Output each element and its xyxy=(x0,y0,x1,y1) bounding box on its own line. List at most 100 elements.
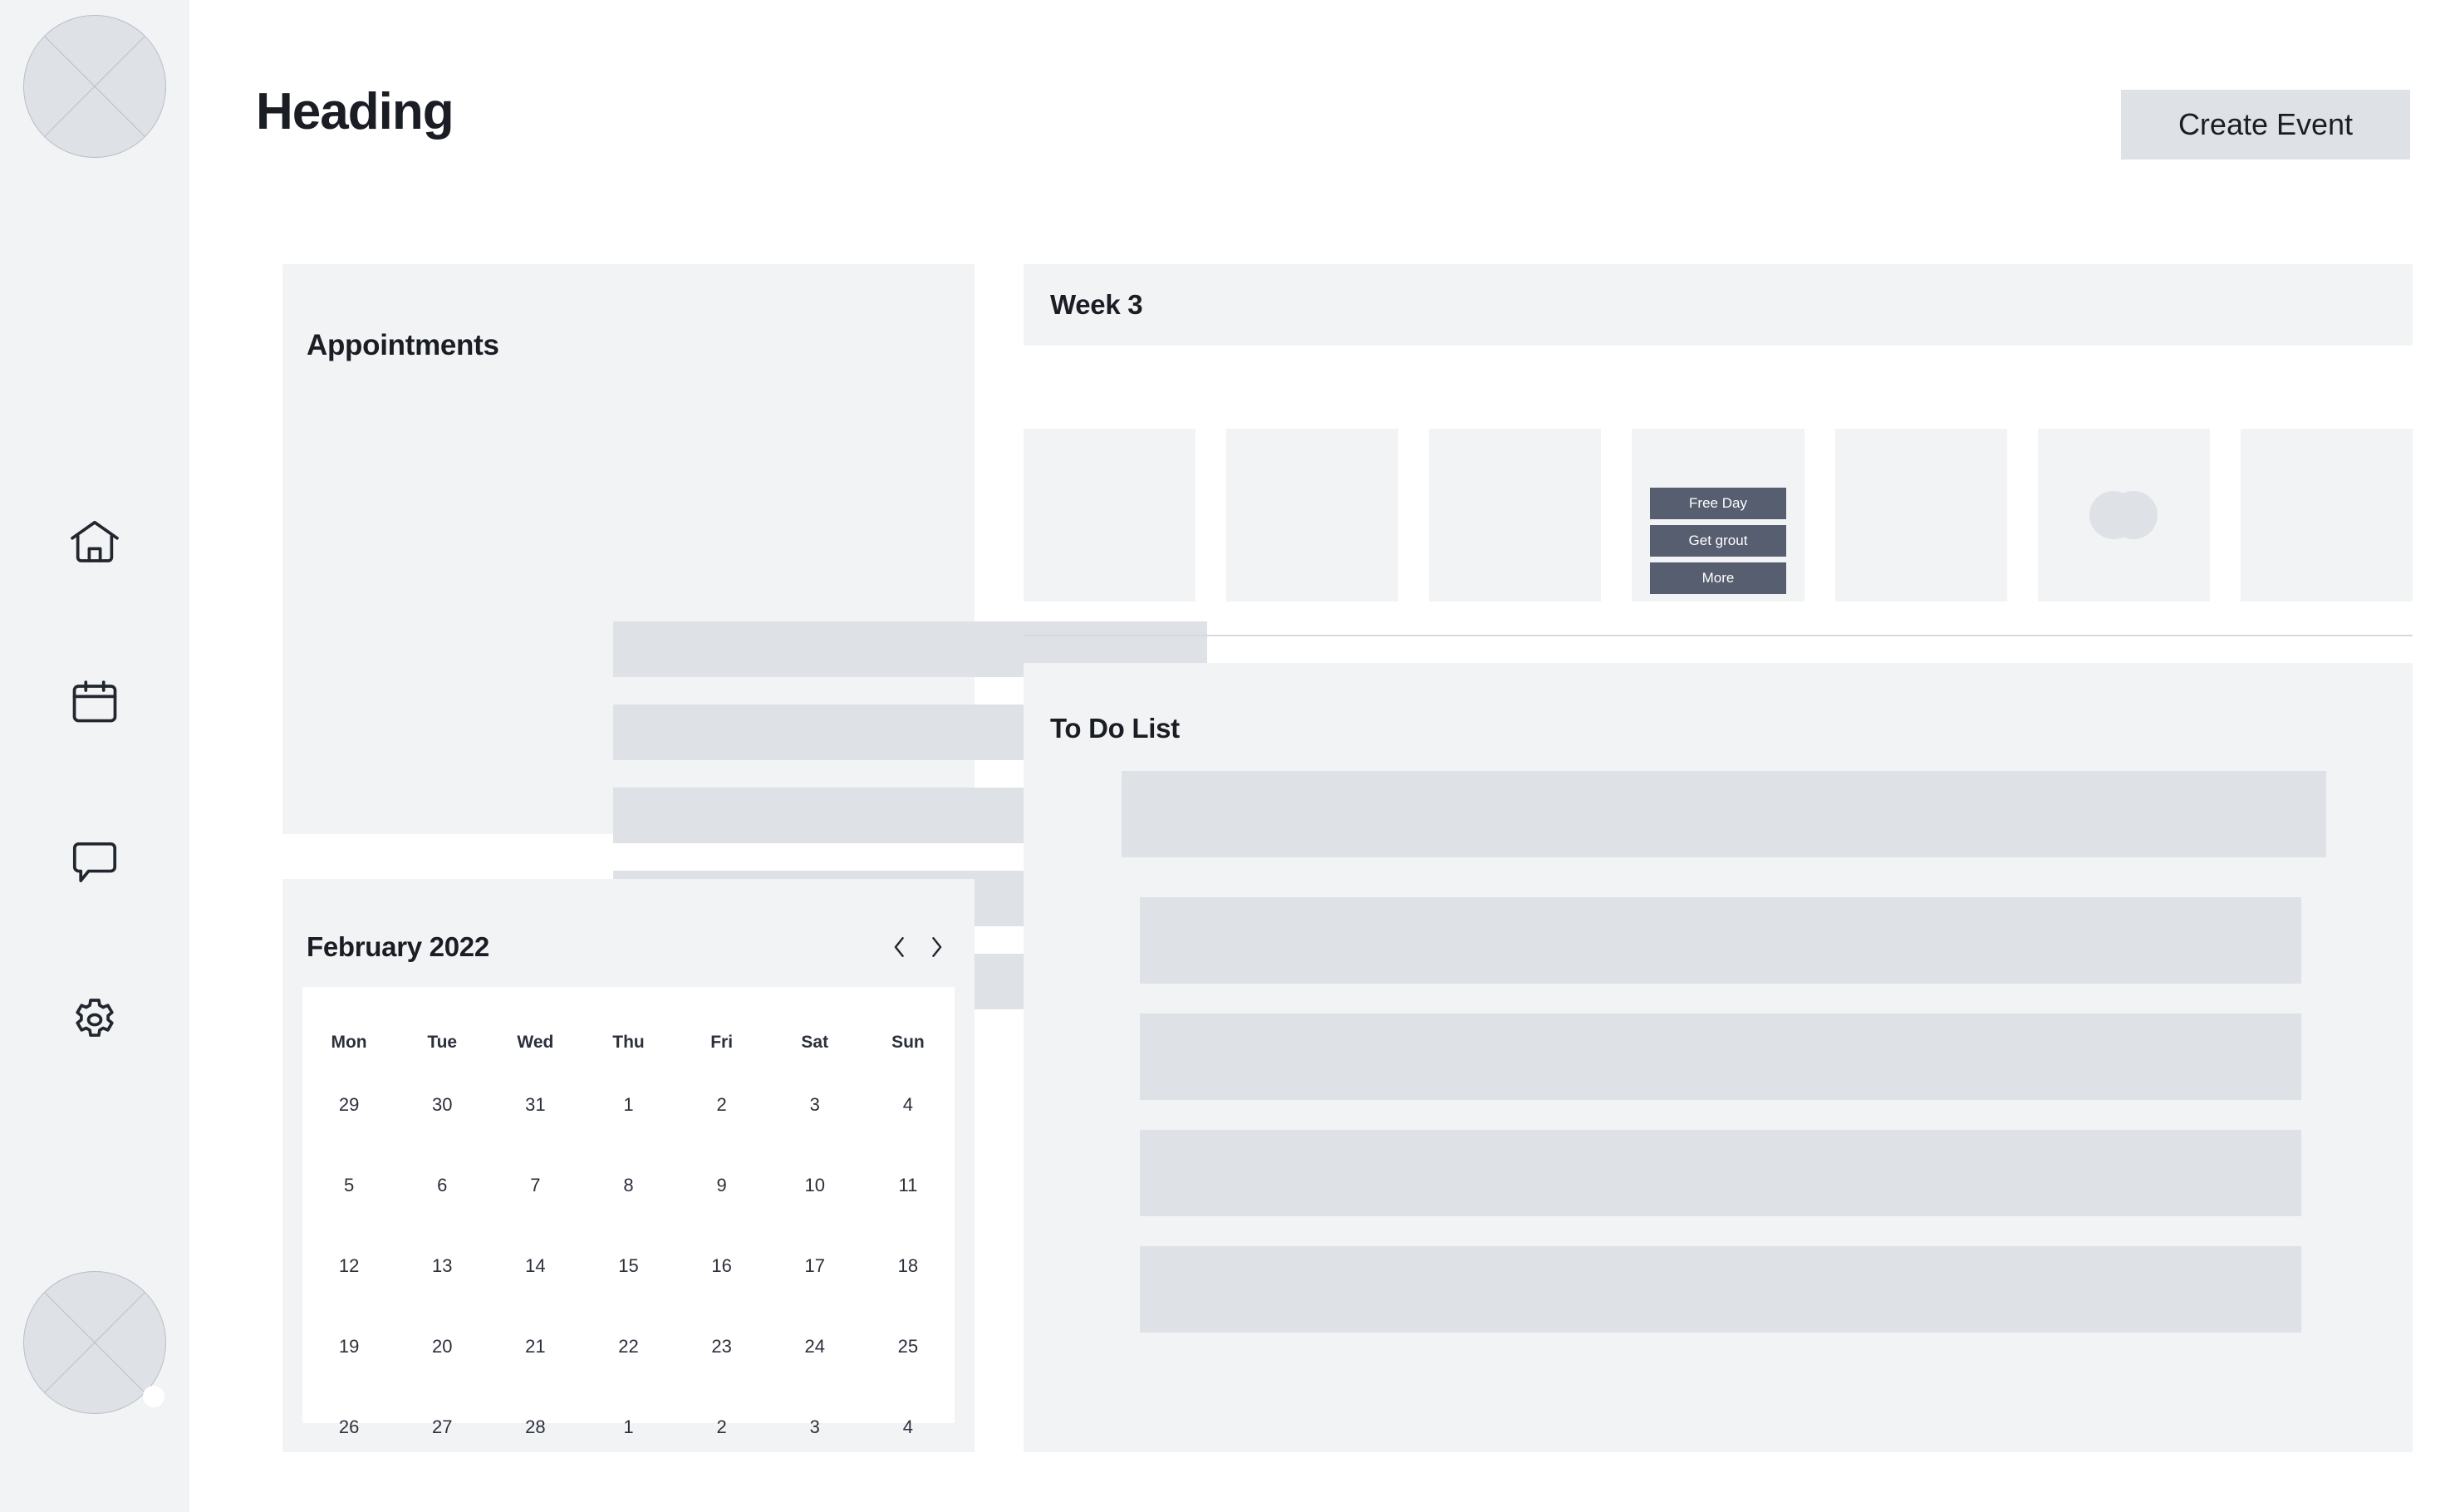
section-divider xyxy=(1024,635,2413,636)
sidebar-item-home[interactable] xyxy=(63,511,126,574)
calendar-day-cell[interactable]: 26 xyxy=(302,1416,395,1497)
calendar-weekday-header: Mon Tue Wed Thu Fri Sat Sun xyxy=(302,1033,955,1053)
calendar-day-cell[interactable]: 1 xyxy=(582,1416,675,1497)
calendar-day-cell[interactable]: 30 xyxy=(395,1094,489,1175)
calendar-day-cell[interactable]: 4 xyxy=(862,1094,955,1175)
sidebar-item-settings[interactable] xyxy=(63,989,126,1053)
list-item[interactable] xyxy=(1122,771,2326,857)
gear-icon xyxy=(76,999,114,1037)
calendar-day-cell[interactable]: 3 xyxy=(768,1094,862,1175)
week-panel: Week 3 xyxy=(1024,264,2413,346)
appointments-panel: Appointments xyxy=(282,264,1207,1009)
day-card[interactable] xyxy=(2240,429,2413,601)
weekday-label: Sun xyxy=(891,1033,925,1052)
calendar-month-label: February 2022 xyxy=(307,931,489,962)
sidebar-nav xyxy=(0,511,189,1053)
calendar-day-cell[interactable]: 27 xyxy=(395,1416,489,1497)
event-chip[interactable]: Get grout xyxy=(1650,525,1786,557)
calendar-day-cell[interactable]: 28 xyxy=(489,1416,582,1497)
calendar-day-cell[interactable]: 16 xyxy=(675,1255,768,1336)
week-title: Week 3 xyxy=(1050,289,1143,320)
avatar[interactable] xyxy=(23,1271,166,1414)
calendar-day-cell[interactable]: 20 xyxy=(395,1336,489,1416)
list-item[interactable] xyxy=(1140,1246,2301,1333)
calendar-week-row: 5 6 7 8 9 10 11 xyxy=(302,1175,955,1255)
calendar-day-cell[interactable]: 5 xyxy=(302,1175,395,1255)
todo-list xyxy=(1024,771,2413,1362)
calendar-day-cell[interactable]: 18 xyxy=(862,1255,955,1336)
day-events: Free Day Get grout More xyxy=(1650,488,1786,594)
day-card[interactable] xyxy=(1024,429,1196,601)
calendar-day-cell[interactable]: 19 xyxy=(302,1336,395,1416)
weekday-label: Tue xyxy=(427,1033,458,1052)
chevron-left-icon xyxy=(894,937,904,957)
chat-bubble-icon xyxy=(72,842,117,882)
calendar-nav xyxy=(886,933,950,961)
calendar-header: February 2022 xyxy=(307,931,950,963)
calendar-day-cell[interactable]: 14 xyxy=(489,1255,582,1336)
calendar-day-cell[interactable]: 24 xyxy=(768,1336,862,1416)
calendar-day-cell[interactable]: 23 xyxy=(675,1336,768,1416)
sidebar-item-messages[interactable] xyxy=(63,830,126,893)
chevron-right-icon xyxy=(932,937,942,957)
weekday-label: Thu xyxy=(612,1033,645,1052)
calendar-week-row: 19 20 21 22 23 24 25 xyxy=(302,1336,955,1416)
calendar-prev-button[interactable] xyxy=(886,933,914,961)
event-chip-more[interactable]: More xyxy=(1650,562,1786,594)
event-chip[interactable]: Free Day xyxy=(1650,488,1786,519)
page-title: Heading xyxy=(256,83,454,140)
blob-placeholder-icon xyxy=(2089,491,2158,539)
calendar-day-cell[interactable]: 21 xyxy=(489,1336,582,1416)
status-badge xyxy=(143,1386,164,1407)
calendar-week-row: 26 27 28 1 2 3 4 xyxy=(302,1416,955,1497)
appointments-title: Appointments xyxy=(307,329,499,361)
weekday-label: Fri xyxy=(710,1033,734,1052)
calendar-day-cell[interactable]: 22 xyxy=(582,1336,675,1416)
calendar-day-cell[interactable]: 13 xyxy=(395,1255,489,1336)
calendar-day-cell[interactable]: 25 xyxy=(862,1336,955,1416)
calendar-day-cell[interactable]: 3 xyxy=(768,1416,862,1497)
sidebar xyxy=(0,0,189,1512)
calendar-day-cell[interactable]: 1 xyxy=(582,1094,675,1175)
calendar-day-cell[interactable]: 4 xyxy=(862,1416,955,1497)
sidebar-item-calendar[interactable] xyxy=(63,670,126,734)
calendar-day-cell[interactable]: 2 xyxy=(675,1094,768,1175)
calendar-grid: Mon Tue Wed Thu Fri Sat Sun 29 30 31 1 2… xyxy=(302,987,955,1437)
calendar-week-row: 12 13 14 15 16 17 18 xyxy=(302,1255,955,1336)
app-root: Heading Create Event Appointments Februa… xyxy=(0,0,2455,1512)
calendar-day-cell[interactable]: 12 xyxy=(302,1255,395,1336)
calendar-day-cell[interactable]: 17 xyxy=(768,1255,862,1336)
calendar-panel: February 2022 Mon Tue Wed Thu Fri Sat Su… xyxy=(282,879,975,1452)
day-card[interactable]: Free Day Get grout More xyxy=(1632,429,1804,601)
weekday-label: Mon xyxy=(331,1033,367,1052)
weekday-label: Wed xyxy=(517,1033,554,1052)
calendar-day-cell[interactable]: 15 xyxy=(582,1255,675,1336)
calendar-day-cell[interactable]: 10 xyxy=(768,1175,862,1255)
calendar-week-row: 29 30 31 1 2 3 4 xyxy=(302,1094,955,1175)
weekday-label: Sat xyxy=(801,1033,829,1052)
avatar[interactable] xyxy=(23,15,166,158)
calendar-day-cell[interactable]: 8 xyxy=(582,1175,675,1255)
home-icon xyxy=(71,520,119,562)
calendar-day-cell[interactable]: 6 xyxy=(395,1175,489,1255)
list-item[interactable] xyxy=(1140,1130,2301,1216)
list-item[interactable] xyxy=(1140,1014,2301,1100)
create-event-button[interactable]: Create Event xyxy=(2121,90,2410,160)
calendar-day-cell[interactable]: 31 xyxy=(489,1094,582,1175)
day-card[interactable] xyxy=(1834,429,2007,601)
calendar-icon xyxy=(72,680,117,723)
list-item[interactable] xyxy=(1140,897,2301,984)
todo-panel: To Do List xyxy=(1024,663,2413,1452)
calendar-day-cell[interactable]: 7 xyxy=(489,1175,582,1255)
day-card[interactable] xyxy=(2037,429,2210,601)
image-placeholder-icon xyxy=(23,15,166,158)
calendar-day-cell[interactable]: 2 xyxy=(675,1416,768,1497)
week-day-cards: Free Day Get grout More xyxy=(1024,429,2413,601)
calendar-day-cell[interactable]: 9 xyxy=(675,1175,768,1255)
day-card[interactable] xyxy=(1226,429,1399,601)
calendar-day-cell[interactable]: 11 xyxy=(862,1175,955,1255)
day-card[interactable] xyxy=(1429,429,1602,601)
calendar-next-button[interactable] xyxy=(922,933,950,961)
todo-title: To Do List xyxy=(1050,713,1180,744)
calendar-day-cell[interactable]: 29 xyxy=(302,1094,395,1175)
